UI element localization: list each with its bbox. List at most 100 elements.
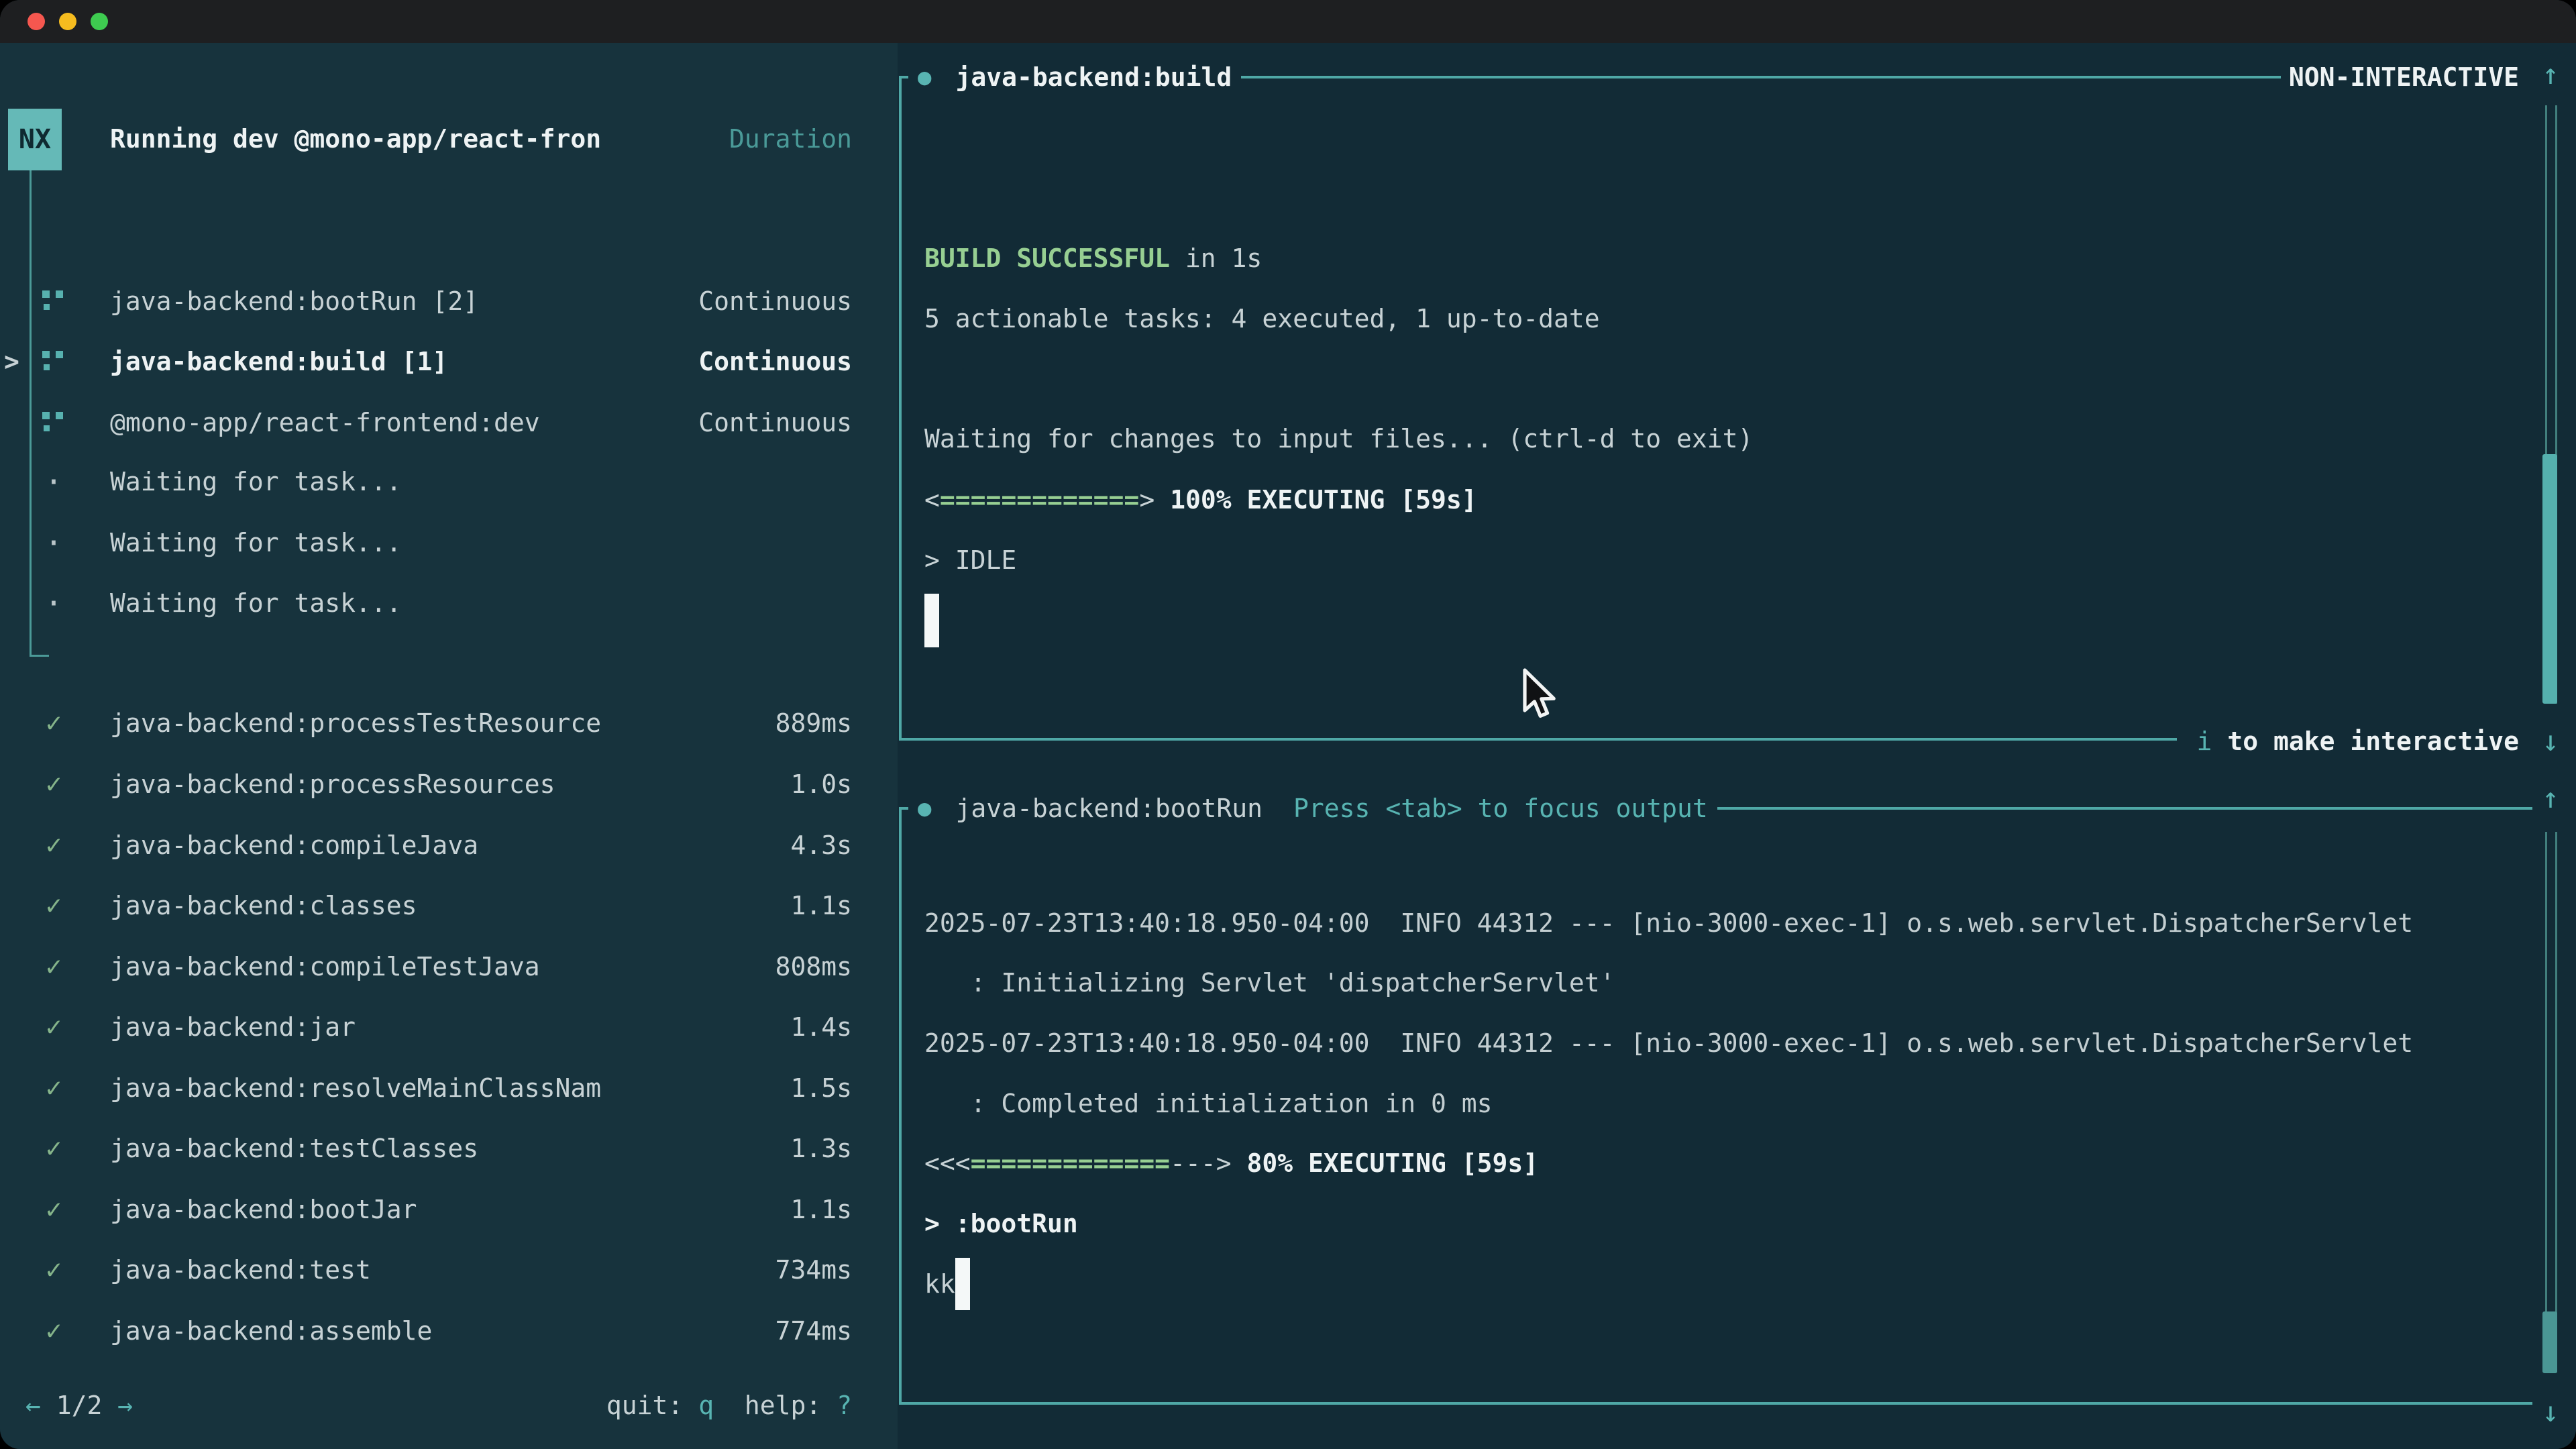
page-indicator: ← 1/2 →: [25, 1375, 133, 1436]
task-duration: 4.3s: [790, 815, 852, 875]
task-label: java-backend:processTestResource: [110, 693, 601, 753]
bootrun-input-text[interactable]: kk: [924, 1254, 955, 1314]
page-count: 1/2: [41, 1391, 117, 1420]
task-row[interactable]: ✓ java-backend:resolveMainClassNam 1.5s: [0, 1058, 898, 1118]
waiting-changes-line: Waiting for changes to input files... (c…: [924, 409, 1753, 469]
log-line: 2025-07-23T13:40:18.950-04:00 INFO 44312…: [924, 893, 2413, 953]
task-spinner-icon: [42, 290, 65, 312]
task-list-pane: NX Running dev @mono-app/react-fron Dura…: [0, 43, 898, 1449]
task-label: java-backend:bootJar: [110, 1179, 417, 1240]
task-duration: 734ms: [775, 1240, 852, 1300]
task-row[interactable]: java-backend:bootRun [2]Continuous: [0, 271, 898, 331]
bootrun-panel-bottom-border: [899, 1402, 2532, 1405]
progress-open-bracket: <: [924, 485, 940, 515]
zoom-button[interactable]: [91, 13, 108, 30]
screen: NX Running dev @mono-app/react-fron Dura…: [0, 0, 2576, 1449]
interactive-hint-key: i: [2197, 727, 2212, 756]
task-duration: 808ms: [775, 936, 852, 997]
bootrun-scrollbar-track[interactable]: [2545, 832, 2557, 1373]
task-spinner-icon: [42, 351, 65, 372]
task-pending-dot-icon: ·: [44, 525, 63, 561]
bootrun-panel-left-border: [899, 808, 902, 1405]
sidebar-footer: ← 1/2 → quit: q help: ?: [0, 1375, 898, 1436]
task-label: java-backend:bootRun [2]: [110, 271, 478, 331]
task-row[interactable]: ✓ java-backend:testClasses 1.3s: [0, 1118, 898, 1179]
build-scroll-down-icon[interactable]: ↓: [2530, 723, 2571, 759]
progress-bar-remainder: --->: [1170, 1148, 1232, 1178]
focus-output-hint: Press <tab> to focus output: [1263, 794, 1708, 823]
task-row[interactable]: ✓java-backend:assemble774ms: [0, 1301, 898, 1361]
task-row[interactable]: ✓java-backend:processResources1.0s: [0, 754, 898, 814]
task-label: java-backend:testClasses: [110, 1118, 478, 1179]
minimize-button[interactable]: [59, 13, 76, 30]
progress-close-bracket: >: [1139, 485, 1155, 515]
build-panel-bottom-border: [899, 738, 2177, 741]
bootrun-panel-bullet-icon: ●: [918, 795, 931, 822]
build-panel-bullet-icon: ●: [918, 64, 931, 91]
task-label: java-backend:resolveMainClassNam: [110, 1058, 601, 1118]
task-success-check-icon: ✓: [46, 1133, 62, 1164]
mouse-cursor: [1519, 667, 1562, 725]
quit-key: q: [698, 1391, 714, 1420]
terminal-window: NX Running dev @mono-app/react-fron Dura…: [0, 0, 2576, 1449]
task-row[interactable]: ✓ java-backend:compileTestJava 808ms: [0, 936, 898, 997]
duration-column-header: Duration: [729, 109, 852, 169]
task-success-check-icon: ✓: [46, 1316, 62, 1346]
next-page-arrow-icon[interactable]: →: [117, 1391, 133, 1420]
bootrun-scroll-up-icon[interactable]: ↑: [2530, 780, 2571, 816]
task-row[interactable]: ✓java-backend:bootJar1.1s: [0, 1179, 898, 1240]
task-row[interactable]: ✓java-backend:compileJava4.3s: [0, 815, 898, 875]
task-row[interactable]: · Waiting for task...: [0, 513, 898, 573]
build-panel-left-border: [899, 77, 902, 741]
prev-page-arrow-icon[interactable]: ←: [25, 1391, 41, 1420]
task-label: java-backend:build [1]: [110, 331, 447, 392]
keyboard-hints: quit: q help: ?: [606, 1375, 852, 1436]
task-success-check-icon: ✓: [46, 890, 62, 921]
task-row[interactable]: ✓java-backend:classes1.1s: [0, 875, 898, 936]
task-duration: 774ms: [775, 1301, 852, 1361]
task-success-check-icon: ✓: [46, 951, 62, 982]
task-status: Continuous: [698, 331, 852, 392]
task-success-check-icon: ✓: [46, 1194, 62, 1225]
log-line: 2025-07-23T13:40:18.950-04:00 INFO 44312…: [924, 1013, 2413, 1073]
bootrun-scrollbar-thumb[interactable]: [2542, 1311, 2557, 1373]
task-success-check-icon: ✓: [46, 708, 62, 739]
task-success-check-icon: ✓: [46, 769, 62, 800]
task-success-check-icon: ✓: [46, 1012, 62, 1042]
task-spinner-icon: [42, 412, 65, 433]
build-progress-line: <=============> 100% EXECUTING [59s]: [924, 470, 1477, 530]
progress-status-text: 80% EXECUTING [59s]: [1232, 1148, 1539, 1178]
bootrun-scroll-down-icon[interactable]: ↓: [2530, 1394, 2571, 1430]
close-button[interactable]: [28, 13, 45, 30]
build-scrollbar-thumb[interactable]: [2542, 454, 2557, 704]
log-line: : Initializing Servlet 'dispatcherServle…: [924, 953, 1615, 1013]
task-row[interactable]: ·Waiting for task...: [0, 451, 898, 512]
task-label: java-backend:compileJava: [110, 815, 478, 875]
task-duration: 889ms: [775, 693, 852, 753]
progress-bar-fill: =============: [971, 1148, 1170, 1178]
bootrun-panel-title: java-backend:bootRun: [931, 794, 1263, 823]
build-terminal-cursor: [924, 594, 939, 647]
bootrun-progress-line: <<<=============---> 80% EXECUTING [59s]: [924, 1133, 1538, 1193]
task-label: Waiting for task...: [110, 451, 402, 512]
task-row[interactable]: ✓java-backend:test734ms: [0, 1240, 898, 1300]
progress-open-bracket: <<<: [924, 1148, 971, 1178]
task-success-check-icon: ✓: [46, 1073, 62, 1104]
task-row[interactable]: java-backend:build [1] Continuous: [0, 331, 898, 392]
task-duration: 1.5s: [790, 1058, 852, 1118]
idle-line: > IDLE: [924, 530, 1016, 590]
task-row[interactable]: ·Waiting for task...: [0, 573, 898, 633]
task-label: Waiting for task...: [110, 573, 402, 633]
build-scroll-up-icon[interactable]: ↑: [2530, 56, 2571, 93]
task-row[interactable]: @mono-app/react-frontend:devContinuous: [0, 392, 898, 453]
task-row[interactable]: ✓java-backend:jar1.4s: [0, 997, 898, 1057]
task-row[interactable]: ✓ java-backend:processTestResource 889ms: [0, 693, 898, 753]
interactive-hint-text: to make interactive: [2212, 727, 2519, 756]
window-titlebar: [0, 0, 2576, 43]
task-label: @mono-app/react-frontend:dev: [110, 392, 540, 453]
task-label: Waiting for task...: [110, 513, 402, 573]
task-duration: 1.3s: [790, 1118, 852, 1179]
progress-bar-fill: =============: [940, 485, 1139, 515]
bootrun-terminal-cursor: [955, 1258, 970, 1310]
task-label: java-backend:compileTestJava: [110, 936, 540, 997]
